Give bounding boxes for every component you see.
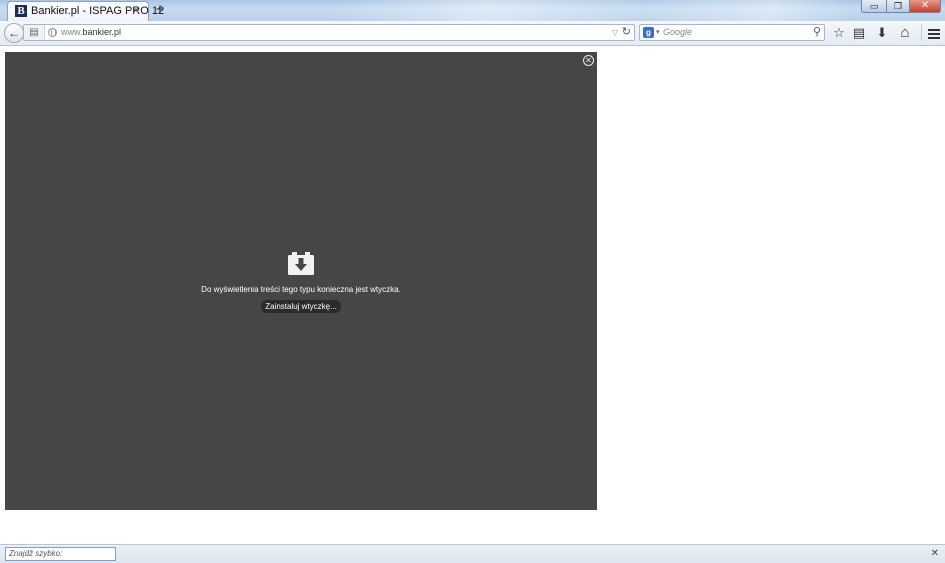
navigation-toolbar: ← ▤ www.bankier.pl ▽ ↻ g ▾ Google ⚲ ☆ ▤ … — [0, 21, 945, 46]
plugin-close-icon[interactable]: ✕ — [583, 55, 594, 66]
google-engine-icon[interactable]: g — [643, 27, 654, 38]
tab-title: Bankier.pl - ISPAG PRO 12 — [31, 5, 165, 17]
url-prefix: www. — [61, 27, 83, 37]
search-go-icon[interactable]: ⚲ — [813, 25, 821, 40]
downloads-icon[interactable]: ⬇ — [874, 24, 890, 41]
url-history-dropmarker-icon[interactable]: ▽ — [612, 26, 618, 39]
bookmark-star-icon[interactable]: ☆ — [831, 24, 847, 41]
url-bar[interactable]: ▤ www.bankier.pl ▽ ↻ — [23, 24, 635, 41]
home-icon[interactable]: ⌂ — [897, 24, 913, 41]
search-bar[interactable]: g ▾ Google ⚲ — [639, 24, 825, 41]
back-button[interactable]: ← — [4, 23, 24, 43]
find-input[interactable]: Znajdź szybko: — [5, 547, 116, 561]
install-plugin-button[interactable]: Zainstaluj wtyczkę... — [261, 300, 341, 313]
plugin-download-icon — [288, 252, 314, 275]
plugin-message: Do wyświetlenia treści tego typu koniecz… — [201, 285, 401, 294]
search-input[interactable]: Google — [663, 26, 692, 39]
findbar-close-icon[interactable]: ✕ — [931, 547, 939, 561]
reload-icon[interactable]: ↻ — [622, 25, 631, 40]
window-controls: ▭ ❐ ✕ — [861, 0, 941, 13]
tab-close-icon[interactable]: ✕ — [130, 4, 142, 18]
tab-strip: B Bankier.pl - ISPAG PRO 12 ✕ + ▭ ❐ ✕ — [0, 0, 945, 21]
maximize-button[interactable]: ❐ — [887, 0, 910, 13]
globe-icon — [48, 28, 57, 37]
url-text[interactable]: www.bankier.pl — [61, 26, 121, 39]
window-close-button[interactable]: ✕ — [910, 0, 941, 13]
new-tab-button[interactable]: + — [153, 1, 167, 19]
find-bar: Znajdź szybko: ✕ — [0, 544, 945, 563]
bankier-favicon-icon: B — [15, 5, 27, 17]
minimize-button[interactable]: ▭ — [861, 0, 887, 13]
tab-bankier[interactable]: B Bankier.pl - ISPAG PRO 12 ✕ — [7, 1, 164, 21]
bookmarks-menu-icon[interactable]: ▤ — [851, 24, 867, 41]
url-host: bankier.pl — [82, 27, 122, 37]
hamburger-menu-icon[interactable] — [921, 24, 944, 41]
site-identity-icon[interactable]: ▤ — [24, 25, 45, 40]
search-engine-dropdown-icon[interactable]: ▾ — [656, 25, 660, 40]
missing-plugin-placeholder: ✕ Do wyświetlenia treści tego typu konie… — [5, 52, 597, 510]
